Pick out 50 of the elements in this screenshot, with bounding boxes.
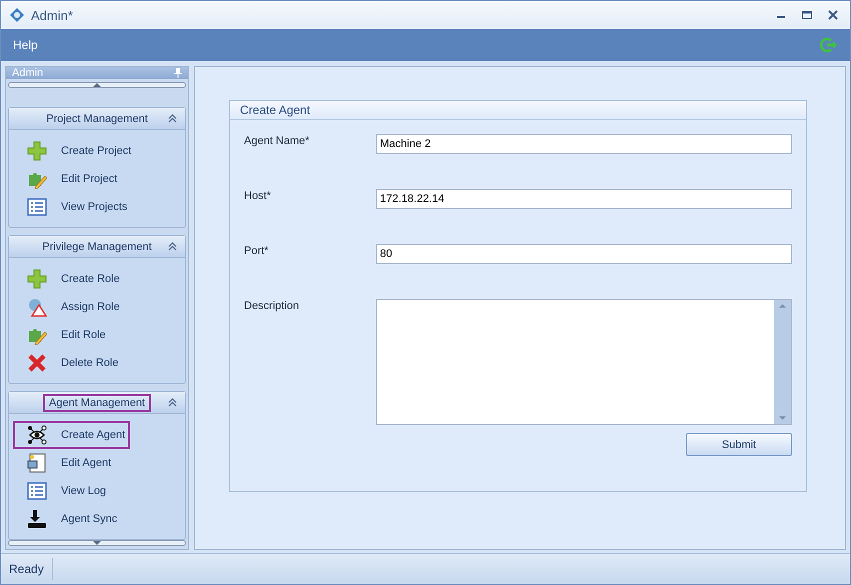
menu-item[interactable]: Help <box>13 38 38 52</box>
group-header[interactable]: Project Management <box>9 108 185 130</box>
nav-item[interactable]: Edit Agent <box>13 449 116 477</box>
collapse-icon[interactable] <box>168 398 177 407</box>
delete-icon <box>27 353 47 373</box>
input-field[interactable]: Machine 2 <box>376 134 792 154</box>
scroll-up-icon[interactable] <box>93 83 101 87</box>
maximize-icon[interactable] <box>802 10 812 20</box>
group-title: Agent Management <box>42 394 151 412</box>
nav-item[interactable]: Create Agent <box>13 421 130 449</box>
app-logo-icon <box>9 7 25 23</box>
status-text: Ready <box>1 558 53 580</box>
plus-icon <box>27 269 47 289</box>
scroll-up-bar[interactable] <box>8 82 186 88</box>
download-icon <box>27 509 47 529</box>
description-field[interactable] <box>376 299 792 425</box>
pin-icon[interactable] <box>174 68 182 78</box>
eye-network-icon <box>27 425 47 445</box>
nav-item[interactable]: Agent Sync <box>13 505 122 533</box>
group-header[interactable]: Agent Management <box>9 392 185 414</box>
input-field[interactable]: 172.18.22.14 <box>376 189 792 209</box>
group-title: Project Management <box>45 112 149 126</box>
document-icon <box>27 453 47 473</box>
nav-item[interactable]: Edit Project <box>13 165 122 193</box>
nav-item[interactable]: View Log <box>13 477 112 505</box>
scroll-down-bar[interactable] <box>8 540 186 546</box>
plus-icon <box>27 141 47 161</box>
nav-item[interactable]: View Projects <box>13 193 132 221</box>
list-icon <box>27 197 47 217</box>
field-label: Description <box>244 299 300 312</box>
submit-button[interactable]: Submit <box>686 433 792 456</box>
nav-item[interactable]: Edit Role <box>13 321 111 349</box>
group-header[interactable]: Privilege Management <box>9 236 185 258</box>
nav-item[interactable]: Assign Role <box>13 293 125 321</box>
window-title: Admin* <box>31 8 73 22</box>
field-label: Agent Name* <box>244 134 310 147</box>
collapse-icon[interactable] <box>168 114 177 123</box>
group-title: Privilege Management <box>41 240 153 254</box>
input-field[interactable]: 80 <box>376 244 792 264</box>
collapse-icon[interactable] <box>168 242 177 251</box>
nav-item[interactable]: Create Project <box>13 137 136 165</box>
list-icon <box>27 481 47 501</box>
warning-user-icon <box>27 297 47 317</box>
field-label: Host* <box>244 189 272 202</box>
form-title: Create Agent <box>240 103 310 117</box>
sidebar-title: Admin <box>12 67 44 79</box>
nav-item[interactable]: Create Role <box>13 265 125 293</box>
nav-item[interactable]: Delete Role <box>13 349 124 377</box>
field-label: Port* <box>244 244 270 257</box>
close-icon[interactable] <box>828 10 838 20</box>
